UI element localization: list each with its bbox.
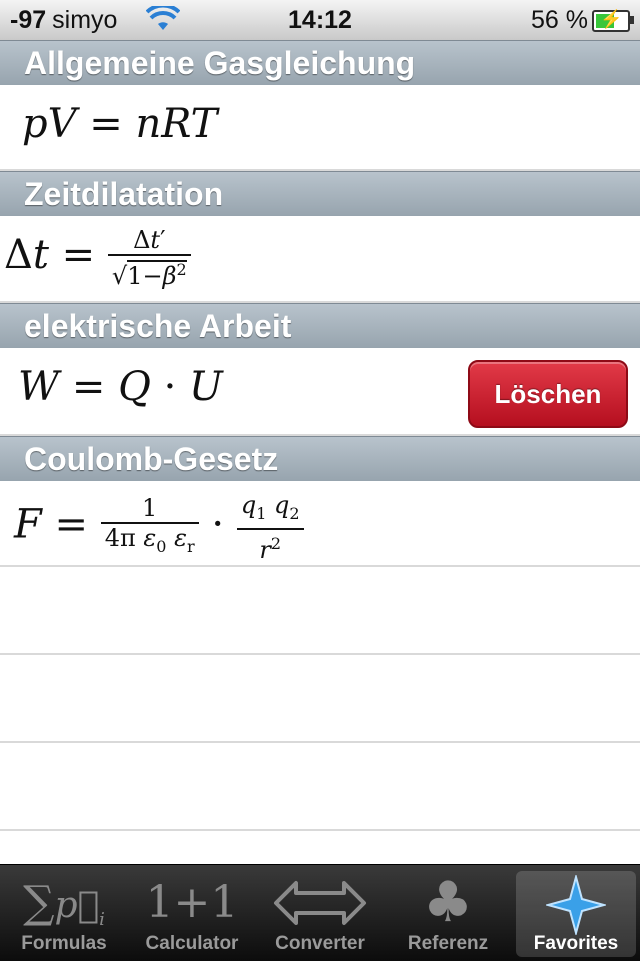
one-plus-one-icon: 1+1 bbox=[145, 877, 239, 928]
tab-label: Formulas bbox=[21, 933, 107, 954]
double-arrow-icon bbox=[256, 875, 384, 931]
section-header-elektrische-arbeit: elektrische Arbeit bbox=[0, 303, 640, 349]
tab-label: Favorites bbox=[533, 933, 619, 954]
formula-gasgleichung: pV = nRT bbox=[22, 101, 218, 147]
tab-label: Referenz bbox=[407, 933, 489, 954]
sum-vector-icon: ∑p⃗i bbox=[23, 877, 105, 931]
battery-percentage: 56 % bbox=[531, 6, 588, 34]
tab-formulas[interactable]: ∑p⃗i Formulas bbox=[0, 865, 128, 961]
formula-row-gasgleichung[interactable]: pV = nRT bbox=[0, 85, 640, 171]
section-header-gasgleichung: Allgemeine Gasgleichung bbox=[0, 40, 640, 86]
formula-row-zeitdilatation[interactable]: Δt = Δt′ √1−β2 bbox=[0, 216, 640, 303]
delete-button[interactable]: Löschen bbox=[468, 360, 628, 428]
section-title: Allgemeine Gasgleichung bbox=[24, 45, 416, 81]
section-title: Zeitdilatation bbox=[24, 176, 224, 212]
formula-zeitdilatation: Δt = Δt′ √1−β2 bbox=[4, 226, 191, 290]
tab-converter[interactable]: Converter bbox=[256, 865, 384, 961]
formula-elektrische-arbeit: W = Q · U bbox=[18, 364, 223, 410]
formula-coulomb: F = 1 4π ε0 εr · q1 q2 r2 bbox=[14, 491, 304, 564]
section-header-coulomb: Coulomb-Gesetz bbox=[0, 436, 640, 482]
club-icon: ♣ bbox=[422, 870, 474, 935]
tab-referenz[interactable]: ♣ Referenz bbox=[384, 865, 512, 961]
tab-label: Calculator bbox=[145, 933, 239, 954]
formula-row-elektrische-arbeit[interactable]: W = Q · U Löschen bbox=[0, 348, 640, 436]
empty-row bbox=[0, 655, 640, 743]
section-title: elektrische Arbeit bbox=[24, 308, 292, 344]
tab-calculator[interactable]: 1+1 Calculator bbox=[128, 865, 256, 961]
empty-row bbox=[0, 743, 640, 831]
battery-icon: ⚡ bbox=[592, 9, 634, 32]
empty-row bbox=[0, 567, 640, 655]
tab-bar: ∑p⃗i Formulas 1+1 Calculator Converter ♣… bbox=[0, 864, 640, 961]
tab-favorites[interactable]: Favorites bbox=[512, 865, 640, 961]
section-title: Coulomb-Gesetz bbox=[24, 441, 279, 477]
star-icon bbox=[512, 873, 640, 937]
section-header-zeitdilatation: Zeitdilatation bbox=[0, 171, 640, 217]
formula-row-coulomb[interactable]: F = 1 4π ε0 εr · q1 q2 r2 bbox=[0, 481, 640, 567]
tab-label: Converter bbox=[275, 933, 365, 954]
status-bar: -97 simyo 14:12 56 % ⚡ bbox=[0, 0, 640, 41]
